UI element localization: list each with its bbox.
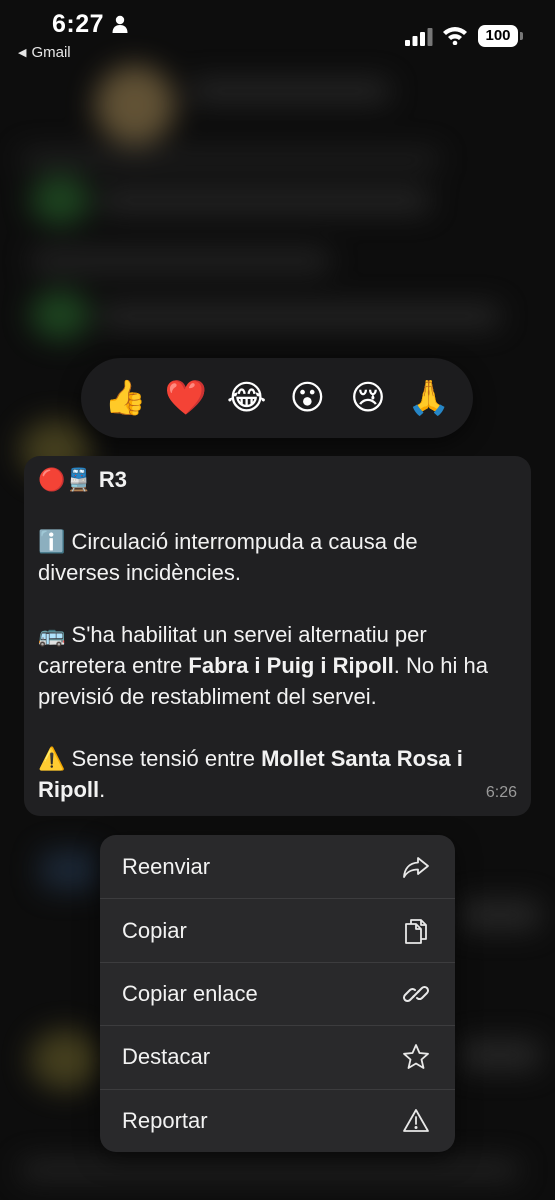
message-line: 🚌 S'ha habilitat un servei alternatiu pe… [38, 619, 517, 650]
warning-emoji: ⚠️ [38, 746, 66, 771]
reaction-pray[interactable]: 🙏 [405, 378, 453, 418]
menu-item-destacar[interactable]: Destacar [100, 1025, 455, 1088]
reaction-heart[interactable]: ❤️ [162, 378, 210, 418]
link-icon [402, 985, 430, 1002]
warning-icon [403, 1108, 429, 1132]
message-timestamp: 6:26 [485, 784, 517, 801]
message-line: carretera entre Fabra i Puig i Ripoll. N… [38, 650, 517, 681]
message-text: Circulació interrompuda a causa de [71, 529, 418, 554]
wifi-icon [443, 27, 467, 45]
battery-tip [520, 32, 523, 40]
menu-item-copiar-enlace[interactable]: Copiar enlace [100, 961, 455, 1025]
message-line: previsió de restabliment del servei. [38, 684, 377, 709]
message-bold-text: Fabra i Puig i Ripoll [188, 653, 394, 678]
reaction-surprised[interactable]: 😮 [283, 378, 331, 418]
red-circle-train-emoji: 🔴🚆 [38, 467, 93, 492]
reaction-bar: 👍 ❤️ 😂 😮 😢 🙏 [81, 358, 473, 438]
status-bar: 6:27 ◀ Gmail 100 [0, 0, 555, 70]
bus-emoji: 🚌 [38, 622, 66, 647]
message-line: ℹ️ Circulació interrompuda a causa de [38, 526, 517, 557]
message-text: Sense tensió entre [65, 746, 262, 771]
menu-item-label: Copiar [122, 917, 187, 943]
menu-item-label: Destacar [122, 1044, 211, 1070]
back-label: Gmail [31, 44, 71, 61]
menu-item-label: Copiar enlace [122, 980, 258, 1006]
context-menu: Reenviar Copiar Copiar enlace Destacar R… [100, 835, 455, 1152]
message-text: . [99, 777, 106, 802]
message-bold-text: Mollet Santa Rosa i [261, 746, 463, 771]
message-line: diverses incidències. [38, 560, 241, 585]
back-to-gmail-link[interactable]: ◀ Gmail [18, 44, 71, 61]
menu-item-label: Reportar [122, 1107, 208, 1133]
menu-item-reportar[interactable]: Reportar [100, 1088, 455, 1152]
message-bubble: 🔴🚆 R3 ℹ️ Circulació interrompuda a causa… [24, 456, 531, 816]
reaction-laugh[interactable]: 😂 [223, 378, 271, 418]
message-text: . No hi ha [393, 653, 488, 678]
back-arrow-icon: ◀ [18, 47, 27, 59]
person-icon [112, 15, 128, 33]
message-text: carretera entre [38, 653, 189, 678]
star-icon [403, 1044, 429, 1070]
message-line: ⚠️ Sense tensió entre Mollet Santa Rosa … [38, 743, 517, 774]
battery-indicator: 100 [478, 25, 518, 47]
reaction-sad[interactable]: 😢 [344, 378, 392, 418]
menu-item-label: Reenviar [122, 853, 211, 879]
message-line: Ripoll. [38, 774, 517, 805]
copy-icon [405, 918, 427, 944]
message-title-line: 🔴🚆 R3 [38, 464, 517, 495]
signal-icon [405, 28, 433, 46]
info-emoji: ℹ️ [38, 529, 66, 554]
message-bold-text: Ripoll [38, 777, 100, 802]
reaction-thumbs-up[interactable]: 👍 [101, 378, 149, 418]
status-time: 6:27 [52, 10, 105, 38]
menu-item-reenviar[interactable]: Reenviar [100, 835, 455, 898]
screen: 6:27 ◀ Gmail 100 👍 ❤️ 😂 😮 😢 🙏 🔴🚆 R3 ℹ️ C… [0, 0, 555, 1200]
menu-item-copiar[interactable]: Copiar [100, 898, 455, 961]
message-title: R3 [98, 467, 128, 492]
message-text: S'ha habilitat un servei alternatiu per [71, 622, 427, 647]
forward-icon [403, 856, 429, 878]
